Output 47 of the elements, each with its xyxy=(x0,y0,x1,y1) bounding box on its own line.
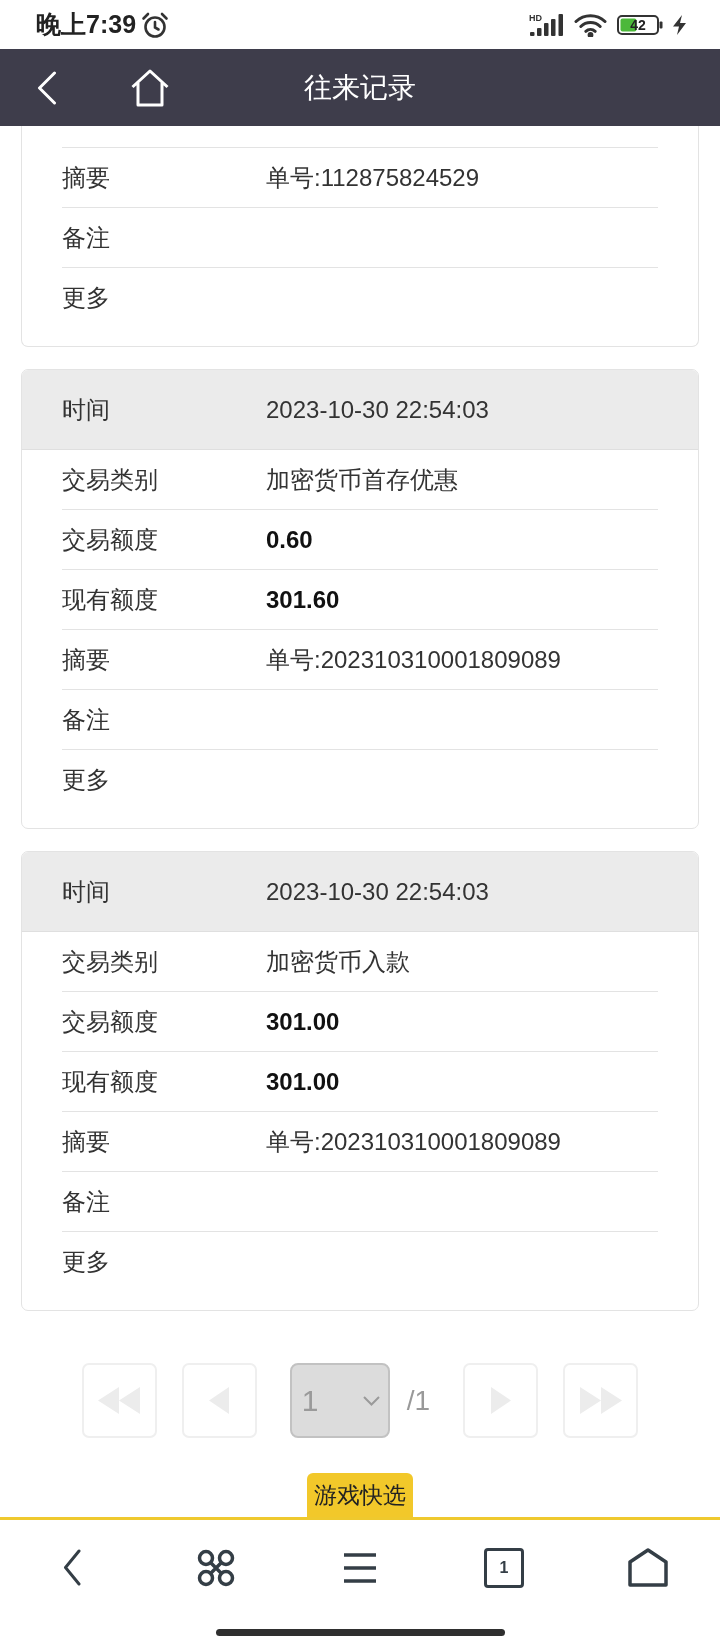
chevron-left-icon xyxy=(37,70,57,105)
status-time: 晚上7:39 xyxy=(36,12,137,37)
network-type-label: HD xyxy=(529,13,542,23)
menu-icon xyxy=(344,1552,376,1583)
house-icon xyxy=(130,68,170,107)
chevron-left-icon xyxy=(63,1549,81,1586)
field-label: 时间 xyxy=(62,397,110,422)
menu-button[interactable] xyxy=(344,1552,376,1583)
field-value: 2023-10-30 22:54:03 xyxy=(266,397,489,422)
field-value: 2023-10-30 22:54:03 xyxy=(266,879,489,904)
field-value: 加密货币入款 xyxy=(266,949,410,974)
amount-value: 301.60 xyxy=(266,587,340,612)
house-icon xyxy=(628,1548,668,1587)
field-label: 摘要 xyxy=(62,647,110,672)
field-label: 现有额度 xyxy=(62,587,158,612)
field-label: 时间 xyxy=(62,879,110,904)
field-label: 备注 xyxy=(62,1189,110,1214)
amount-value: 0.60 xyxy=(266,527,313,552)
field-label: 交易额度 xyxy=(62,527,158,552)
amount-value: 301.00 xyxy=(266,1009,340,1034)
amount-value: 301.00 xyxy=(266,1069,340,1094)
field-label: 备注 xyxy=(62,225,110,250)
field-value: 单号:202310310001809089 xyxy=(266,1129,561,1154)
field-value: 加密货币首存优惠 xyxy=(266,467,458,492)
command-icon xyxy=(197,1548,235,1587)
wifi-icon xyxy=(574,12,607,37)
shortcuts-button[interactable] xyxy=(197,1548,235,1587)
page-title: 往来记录 xyxy=(304,73,416,102)
field-value: 单号:112875824529 xyxy=(266,165,480,190)
field-label: 交易类别 xyxy=(62,949,158,974)
field-label: 摘要 xyxy=(62,1129,110,1154)
field-label: 更多 xyxy=(62,768,110,792)
field-label: 更多 xyxy=(62,286,110,310)
field-label: 更多 xyxy=(62,1250,110,1274)
field-label: 交易额度 xyxy=(62,1009,158,1034)
field-label: 现有额度 xyxy=(62,1069,158,1094)
chevron-down-icon xyxy=(362,1395,380,1406)
field-label: 备注 xyxy=(62,707,110,732)
back-button[interactable] xyxy=(63,1549,81,1586)
page-total: /1 xyxy=(406,1386,431,1415)
game-quick-pick-tab[interactable]: 游戏快选 xyxy=(307,1473,413,1517)
home-button[interactable] xyxy=(628,1548,668,1587)
signal-bars-icon xyxy=(529,13,564,36)
field-value: 单号:202310310001809089 xyxy=(266,647,561,672)
field-label: 摘要 xyxy=(62,165,110,190)
tabs-button[interactable]: 1 xyxy=(484,1547,524,1588)
field-label: 交易类别 xyxy=(62,467,158,492)
